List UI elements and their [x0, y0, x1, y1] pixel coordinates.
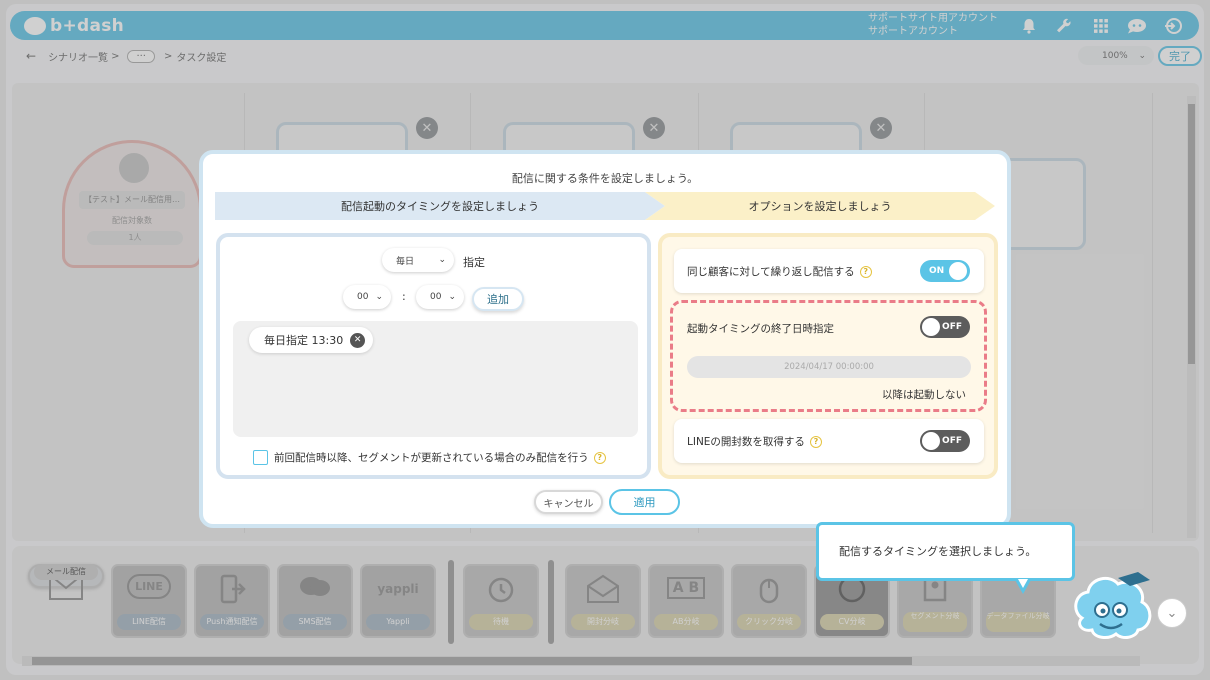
condition-modal: 配信に関する条件を設定しましょう。 配信起動のタイミングを設定しましょう オプシ…: [199, 150, 1011, 528]
line-open-label: LINEの開封数を取得する: [687, 436, 805, 448]
timing-panel: 毎日 ⌄ 指定 00 ⌄ : 00 ⌄ 追加 毎日指定 13:30 ✕ 前回配信時以降…: [216, 233, 651, 479]
step-timing: 配信起動のタイミングを設定しましょう: [215, 192, 665, 220]
toggle-state: OFF: [942, 436, 962, 446]
chevron-down-icon[interactable]: ⌄: [1157, 598, 1187, 628]
toggle-knob: [949, 262, 967, 280]
frequency-suffix: 指定: [463, 256, 485, 269]
repeat-toggle[interactable]: ON: [920, 260, 970, 282]
time-colon: :: [402, 290, 406, 303]
help-icon[interactable]: ?: [809, 435, 822, 448]
repeat-option-card: 同じ顧客に対して繰り返し配信する? ON: [674, 249, 984, 293]
repeat-option: 同じ顧客に対して繰り返し配信する?: [687, 264, 872, 279]
cancel-button[interactable]: キャンセル: [534, 490, 603, 514]
add-time-button[interactable]: 追加: [472, 287, 524, 311]
toggle-state: ON: [929, 266, 945, 276]
minute-value: 00: [430, 292, 442, 302]
guide-tooltip: 配信するタイミングを選択しましょう。: [816, 522, 1075, 594]
segment-updated-option: 前回配信時以降、セグメントが更新されている場合のみ配信を行う ?: [253, 450, 606, 465]
line-open-toggle[interactable]: OFF: [920, 430, 970, 452]
schedule-list: 毎日指定 13:30 ✕: [233, 321, 638, 437]
help-icon[interactable]: ?: [859, 265, 872, 278]
segment-updated-checkbox[interactable]: [253, 450, 268, 465]
schedule-chip: 毎日指定 13:30 ✕: [249, 327, 374, 353]
frequency-value: 毎日: [396, 256, 415, 267]
modal-title: 配信に関する条件を設定しましょう。: [511, 172, 699, 185]
step-options: オプションを設定しましょう: [645, 192, 995, 220]
chevron-down-icon: ⌄: [375, 292, 383, 302]
repeat-label: 同じ顧客に対して繰り返し配信する: [687, 266, 855, 278]
toggle-knob: [922, 432, 940, 450]
chevron-down-icon: ⌄: [438, 255, 446, 265]
highlight-box: [670, 300, 987, 412]
hour-value: 00: [357, 292, 369, 302]
tooltip-text: 配信するタイミングを選択しましょう。: [839, 545, 1037, 558]
remove-icon[interactable]: ✕: [350, 332, 366, 348]
mascot-icon: [1068, 568, 1158, 654]
line-open-option-card: LINEの開封数を取得する? OFF: [674, 419, 984, 463]
chevron-down-icon: ⌄: [448, 292, 456, 302]
options-panel: 同じ顧客に対して繰り返し配信する? ON 起動タイミングの終了日時指定 OFF …: [658, 233, 998, 479]
frequency-select[interactable]: 毎日 ⌄: [382, 248, 454, 272]
segment-updated-label: 前回配信時以降、セグメントが更新されている場合のみ配信を行う: [274, 452, 589, 464]
line-open-option: LINEの開封数を取得する?: [687, 434, 822, 449]
hour-select[interactable]: 00 ⌄: [343, 285, 391, 309]
schedule-chip-label: 毎日指定 13:30: [264, 334, 344, 347]
minute-select[interactable]: 00 ⌄: [416, 285, 464, 309]
help-icon[interactable]: ?: [593, 451, 606, 464]
apply-button[interactable]: 適用: [609, 489, 680, 515]
